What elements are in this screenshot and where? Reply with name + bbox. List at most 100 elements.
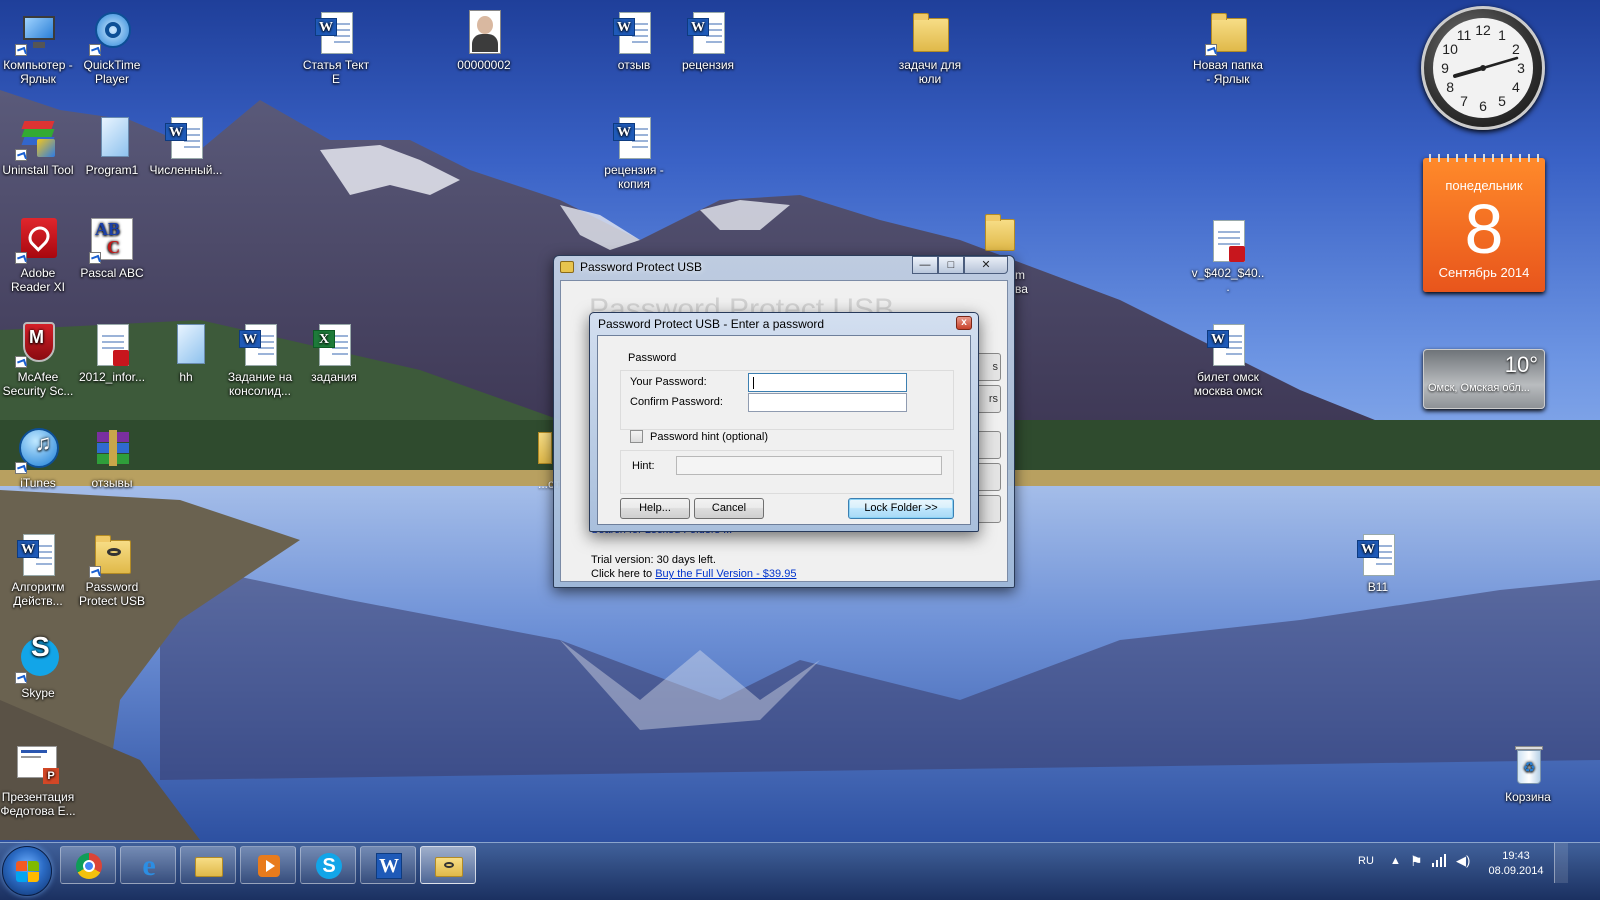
- app-icon: [560, 261, 574, 273]
- password-protect-usb-shortcut[interactable]: Password Protect USB: [74, 532, 150, 608]
- volume-icon[interactable]: ◀): [1456, 853, 1470, 869]
- calendar-rings: [1429, 154, 1539, 162]
- word-doc-zadanie[interactable]: W Задание на консолид...: [222, 322, 298, 398]
- adobe-reader-shortcut[interactable]: Adobe Reader XI: [0, 218, 76, 294]
- pdf-file-v402[interactable]: v_$402_$40...: [1190, 218, 1266, 294]
- dialog-close-button[interactable]: x: [956, 316, 972, 330]
- password-hint-label[interactable]: Password hint (optional): [650, 431, 768, 443]
- clock-number: 10: [1442, 41, 1458, 57]
- buy-line: Click here to Buy the Full Version - $39…: [591, 567, 796, 581]
- winrar-archive-otzyvy[interactable]: отзывы: [74, 428, 150, 490]
- folder-behind-window[interactable]: [985, 214, 1015, 255]
- word-icon: W: [375, 853, 403, 879]
- excel-document-icon: X: [311, 322, 357, 368]
- trial-days-left: Trial version: 30 days left.: [591, 554, 716, 566]
- powerpoint-presentation-fedotova[interactable]: P Презентация Федотова Е...: [0, 742, 76, 818]
- pdf-document-icon: [89, 322, 135, 368]
- taskbar-skype[interactable]: S: [300, 846, 356, 884]
- network-icon[interactable]: [1432, 853, 1446, 867]
- action-center-flag-icon[interactable]: ⚑: [1410, 853, 1423, 870]
- taskbar: e S W RU ▲ ⚑ ◀) 19:43 08.09.2014: [0, 842, 1600, 900]
- lock-folder-button[interactable]: Lock Folder >>: [848, 498, 954, 519]
- folder-zadachi[interactable]: задачи для юли: [892, 10, 968, 86]
- clock-number: 3: [1517, 60, 1525, 76]
- word-doc-algoritm[interactable]: W Алгоритм Действ...: [0, 532, 76, 608]
- folder-icon: [907, 10, 953, 56]
- clock-minute-hand: [1481, 56, 1519, 70]
- weather-gadget[interactable]: 10° Омск, Омская обл...: [1423, 349, 1545, 409]
- trial-info: Trial version: 30 days left. Click here …: [591, 553, 796, 581]
- partial-label-behind-window: m ва: [1015, 268, 1028, 296]
- word-document-icon: W: [313, 10, 359, 56]
- taskbar-internet-explorer[interactable]: e: [120, 846, 176, 884]
- computer-icon: [15, 10, 61, 56]
- word-document-icon: W: [237, 322, 283, 368]
- generic-file-icon: [163, 322, 209, 368]
- clock-gadget[interactable]: 12 1 2 3 4 5 6 7 8 9 10 11: [1421, 6, 1545, 130]
- generic-file-icon: [89, 115, 135, 161]
- password-hint-checkbox[interactable]: [630, 430, 643, 443]
- maximize-button[interactable]: □: [938, 256, 964, 274]
- word-doc-bilet[interactable]: W билет омск москва омск: [1190, 322, 1266, 398]
- new-folder-shortcut[interactable]: Новая папка - Ярлык: [1190, 10, 1266, 86]
- cancel-button[interactable]: Cancel: [694, 498, 764, 519]
- hh-file[interactable]: hh: [148, 322, 224, 384]
- word-doc-otzyv[interactable]: W отзыв: [596, 10, 672, 72]
- confirm-password-input[interactable]: [748, 393, 907, 412]
- start-button[interactable]: [2, 846, 52, 896]
- word-doc-recenzia[interactable]: W рецензия: [670, 10, 746, 72]
- photo-icon: [461, 10, 507, 56]
- clock-number: 1: [1498, 27, 1506, 43]
- language-indicator[interactable]: RU: [1358, 855, 1374, 867]
- show-desktop-button[interactable]: [1554, 843, 1568, 883]
- pdf-file-2012[interactable]: 2012_infor...: [74, 322, 150, 384]
- word-doc-recenzia-copy[interactable]: W рецензия - копия: [596, 115, 672, 191]
- pascal-abc-shortcut[interactable]: AB C Pascal ABC: [74, 218, 150, 280]
- clock-number: 9: [1441, 60, 1449, 76]
- close-button[interactable]: ✕: [964, 256, 1008, 274]
- window-title: Password Protect USB: [580, 260, 703, 274]
- uninstall-tool-shortcut[interactable]: Uninstall Tool: [0, 115, 76, 177]
- buy-line-prefix: Click here to: [591, 568, 653, 580]
- word-doc-b11[interactable]: W B11: [1340, 532, 1416, 594]
- show-hidden-icons-arrow[interactable]: ▲: [1390, 855, 1401, 867]
- mcafee-icon: M: [15, 322, 61, 368]
- folder-icon: [1205, 10, 1251, 56]
- calendar-gadget[interactable]: понедельник 8 Сентябрь 2014: [1423, 154, 1545, 292]
- minimize-button[interactable]: —: [912, 256, 938, 274]
- program1-file[interactable]: Program1: [74, 115, 150, 177]
- itunes-shortcut[interactable]: ♫ iTunes: [0, 428, 76, 490]
- clock-number: 4: [1512, 79, 1520, 95]
- word-document-icon: W: [15, 532, 61, 578]
- taskbar-clock[interactable]: 19:43 08.09.2014: [1486, 849, 1546, 879]
- photo-file[interactable]: 00000002: [446, 10, 522, 72]
- your-password-input[interactable]: [748, 373, 907, 392]
- buy-full-version-link[interactable]: Buy the Full Version - $39.95: [655, 568, 796, 580]
- word-doc-statia[interactable]: W Статья Тект Е: [298, 10, 374, 86]
- dialog-client: Password Your Password: Confirm Password…: [597, 335, 971, 525]
- calendar-month-year: Сентябрь 2014: [1438, 265, 1530, 280]
- enter-password-dialog[interactable]: Password Protect USB - Enter a password …: [589, 312, 979, 532]
- taskbar-date: 08.09.2014: [1488, 865, 1544, 877]
- recycle-bin-icon: ♻: [1505, 742, 1551, 788]
- taskbar-explorer[interactable]: [180, 846, 236, 884]
- password-protect-folder-icon: [89, 532, 135, 578]
- mcafee-shortcut[interactable]: M McAfee Security Sc...: [0, 322, 76, 398]
- help-button[interactable]: Help...: [620, 498, 690, 519]
- word-doc-chislenny[interactable]: W Численный...: [148, 115, 224, 177]
- folder-partial-left[interactable]: [538, 428, 552, 468]
- computer-shortcut[interactable]: Компьютер - Ярлык: [0, 10, 76, 86]
- taskbar-password-protect-usb[interactable]: [420, 846, 476, 884]
- clock-number: 2: [1512, 41, 1520, 57]
- hint-label: Hint:: [632, 460, 655, 472]
- recycle-bin[interactable]: ♻ Корзина: [1490, 742, 1566, 804]
- weather-city: Омск, Омская обл...: [1428, 382, 1530, 394]
- hint-input[interactable]: [676, 456, 942, 475]
- taskbar-word[interactable]: W: [360, 846, 416, 884]
- taskbar-media-player[interactable]: [240, 846, 296, 884]
- internet-explorer-icon: e: [142, 849, 156, 882]
- quicktime-shortcut[interactable]: QuickTime Player: [74, 10, 150, 86]
- excel-file-zadania[interactable]: X задания: [296, 322, 372, 384]
- skype-shortcut[interactable]: S Skype: [0, 633, 76, 700]
- taskbar-chrome[interactable]: [60, 846, 116, 884]
